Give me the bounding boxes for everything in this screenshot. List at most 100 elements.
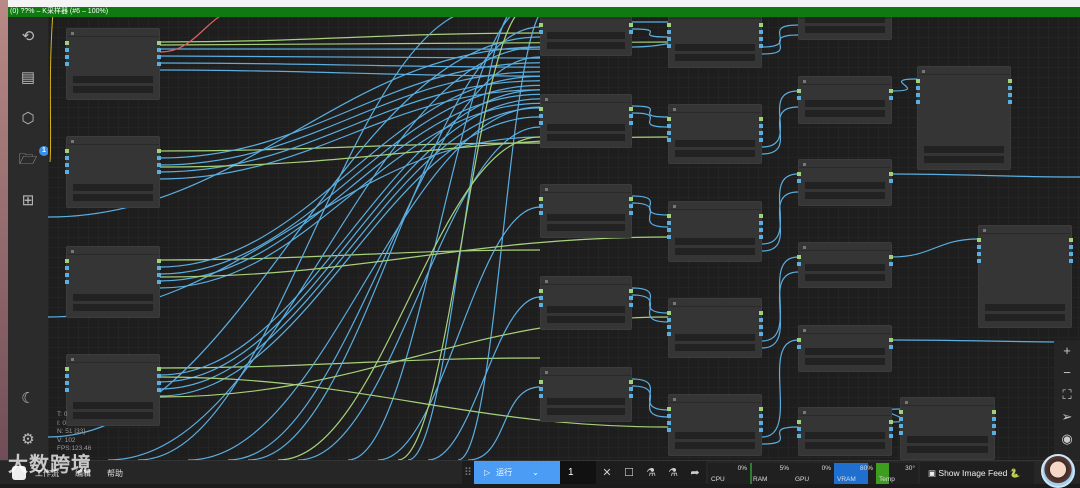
output-slot[interactable] [1069, 238, 1073, 242]
input-slot[interactable] [667, 235, 671, 239]
output-slot[interactable] [157, 48, 161, 52]
input-slot[interactable] [667, 428, 671, 432]
output-slot[interactable] [157, 259, 161, 263]
input-slot[interactable] [667, 117, 671, 121]
node-widget[interactable] [73, 304, 153, 311]
node-widget[interactable] [547, 224, 625, 231]
folder-icon[interactable]: 🗁1 [18, 150, 38, 170]
output-slot[interactable] [759, 221, 763, 225]
cancel-icon[interactable]: ✕ [596, 466, 618, 479]
graph-node[interactable] [798, 76, 892, 124]
output-slot[interactable] [889, 255, 893, 259]
node-widget[interactable] [547, 124, 625, 131]
collapse-dot[interactable] [673, 108, 676, 111]
node-widget[interactable] [547, 214, 625, 221]
output-slot[interactable] [1008, 93, 1012, 97]
moon-icon[interactable]: ☾ [18, 389, 38, 409]
output-slot[interactable] [157, 367, 161, 371]
output-slot[interactable] [759, 138, 763, 142]
node-widget[interactable] [675, 54, 755, 61]
output-slot[interactable] [157, 388, 161, 392]
output-slot[interactable] [1008, 86, 1012, 90]
output-slot[interactable] [992, 424, 996, 428]
node-widget[interactable] [675, 140, 755, 147]
input-slot[interactable] [667, 325, 671, 329]
node-widget[interactable] [805, 182, 885, 189]
graph-node[interactable] [540, 94, 632, 148]
zoom-out-icon[interactable]: − [1054, 362, 1080, 384]
collapse-dot[interactable] [803, 163, 806, 166]
chevron-down-icon[interactable]: ⌄ [532, 468, 539, 477]
collapse-dot[interactable] [922, 70, 925, 73]
output-slot[interactable] [629, 303, 633, 307]
input-slot[interactable] [797, 434, 801, 438]
node-widget[interactable] [805, 264, 885, 271]
output-slot[interactable] [157, 149, 161, 153]
input-slot[interactable] [65, 259, 69, 263]
input-slot[interactable] [977, 245, 981, 249]
output-slot[interactable] [992, 431, 996, 435]
output-slot[interactable] [889, 89, 893, 93]
input-slot[interactable] [667, 332, 671, 336]
collapse-dot[interactable] [71, 32, 74, 35]
output-slot[interactable] [157, 374, 161, 378]
fit-view-icon[interactable]: ⛶ [1054, 384, 1080, 406]
output-slot[interactable] [759, 124, 763, 128]
drag-handle-icon[interactable]: ⠿ [462, 466, 474, 479]
graph-node[interactable] [798, 325, 892, 372]
node-widget[interactable] [924, 156, 1004, 163]
output-slot[interactable] [1069, 245, 1073, 249]
graph-node[interactable] [900, 397, 995, 460]
output-slot[interactable] [759, 44, 763, 48]
node-widget[interactable] [805, 26, 885, 33]
graph-node[interactable] [540, 17, 632, 56]
graph-node[interactable] [668, 201, 762, 262]
input-slot[interactable] [797, 262, 801, 266]
node-widget[interactable] [675, 248, 755, 255]
node-widget[interactable] [805, 17, 885, 23]
navigate-icon[interactable]: ➢ [1054, 406, 1080, 428]
node-widget[interactable] [73, 194, 153, 201]
node-widget[interactable] [73, 294, 153, 301]
output-slot[interactable] [629, 23, 633, 27]
output-slot[interactable] [759, 407, 763, 411]
input-slot[interactable] [539, 121, 543, 125]
input-slot[interactable] [916, 93, 920, 97]
node-widget[interactable] [805, 432, 885, 439]
input-slot[interactable] [667, 23, 671, 27]
graph-node[interactable] [798, 242, 892, 288]
input-slot[interactable] [797, 172, 801, 176]
node-widget[interactable] [805, 442, 885, 449]
input-slot[interactable] [667, 131, 671, 135]
output-slot[interactable] [759, 117, 763, 121]
output-slot[interactable] [759, 414, 763, 418]
input-slot[interactable] [539, 303, 543, 307]
node-widget[interactable] [73, 402, 153, 409]
graph-node[interactable] [668, 298, 762, 358]
input-slot[interactable] [65, 62, 69, 66]
input-slot[interactable] [65, 55, 69, 59]
input-slot[interactable] [65, 273, 69, 277]
node-widget[interactable] [547, 316, 625, 323]
collapse-dot[interactable] [905, 401, 908, 404]
node-widget[interactable] [547, 398, 625, 405]
input-slot[interactable] [797, 255, 801, 259]
node-widget[interactable] [805, 100, 885, 107]
input-slot[interactable] [65, 41, 69, 45]
input-slot[interactable] [539, 30, 543, 34]
output-slot[interactable] [157, 156, 161, 160]
input-slot[interactable] [797, 89, 801, 93]
input-slot[interactable] [539, 211, 543, 215]
input-slot[interactable] [667, 30, 671, 34]
output-slot[interactable] [157, 41, 161, 45]
input-slot[interactable] [65, 266, 69, 270]
input-slot[interactable] [667, 311, 671, 315]
graph-node[interactable] [917, 66, 1011, 170]
collapse-dot[interactable] [545, 188, 548, 191]
node-widget[interactable] [907, 446, 988, 453]
output-slot[interactable] [889, 434, 893, 438]
share-icon[interactable]: ➦ [684, 466, 706, 479]
collapse-dot[interactable] [673, 205, 676, 208]
output-slot[interactable] [889, 345, 893, 349]
input-slot[interactable] [797, 345, 801, 349]
